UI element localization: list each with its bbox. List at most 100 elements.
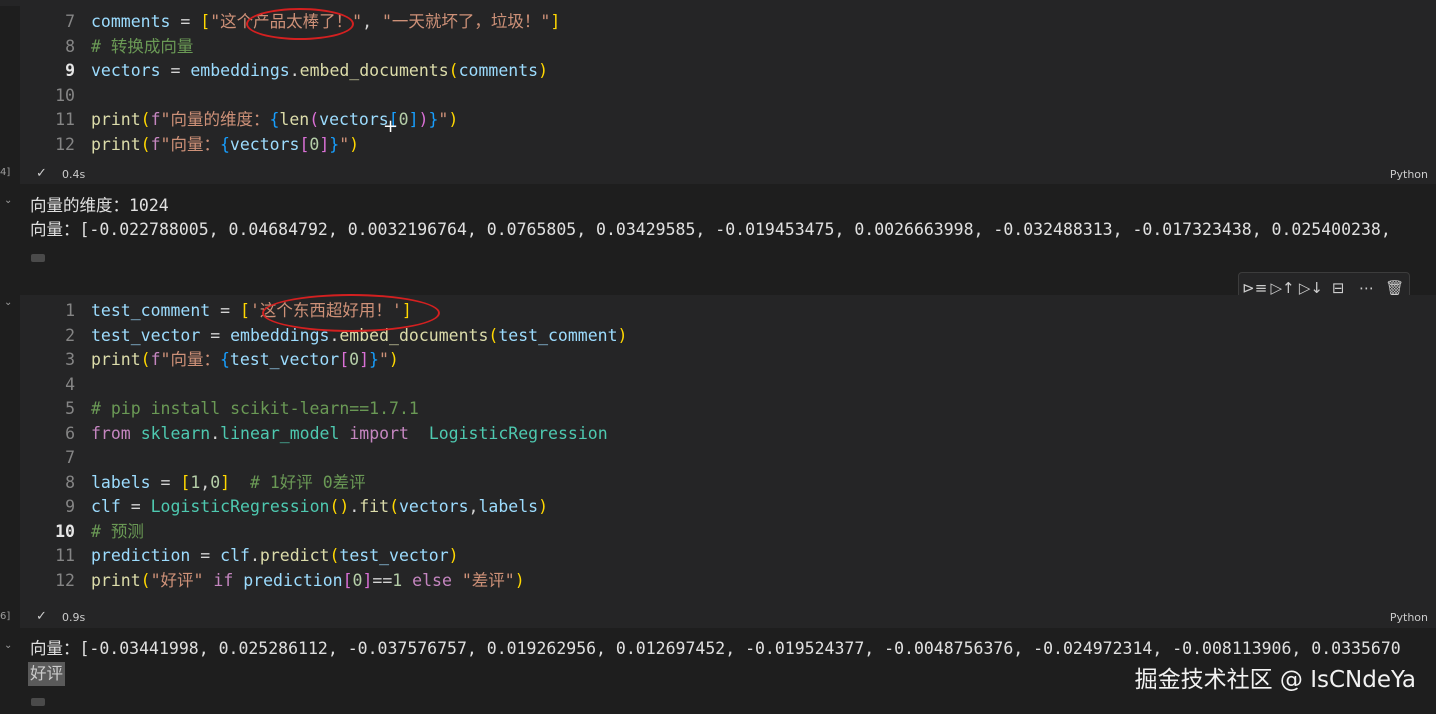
code-text[interactable]: from sklearn.linear_model import Logisti… <box>91 422 608 446</box>
code-token: prediction <box>243 570 343 590</box>
code-token: . <box>210 423 221 443</box>
code-token: , <box>362 12 382 31</box>
code-token: "差评" <box>461 570 515 590</box>
code-token: clf <box>91 497 121 516</box>
code-token: if <box>213 570 234 590</box>
code-token: . <box>349 497 360 516</box>
cell-2-exec-count: 6] <box>0 611 11 622</box>
code-token: comments <box>91 12 171 31</box>
code-token: ) <box>617 325 628 345</box>
code-token: , <box>468 497 479 516</box>
code-text[interactable]: labels = [1,0] # 1好评 0差评 <box>91 471 366 495</box>
code-token: " <box>378 350 389 369</box>
code-token: print <box>91 350 141 369</box>
code-token: ( <box>329 497 340 516</box>
cell-2-collapse-icon[interactable]: ⌄ <box>4 297 12 308</box>
code-token: ( <box>140 570 151 590</box>
code-token: embed_documents <box>299 61 449 80</box>
code-token: 0 <box>309 134 320 154</box>
line-number: 8 <box>65 472 75 492</box>
code-token: ( <box>309 110 320 129</box>
cell-2-exec-time: 0.9s <box>62 611 86 624</box>
cell-1-language[interactable]: Python <box>1390 168 1428 181</box>
code-text[interactable]: print(f"向量：{test_vector[0]}") <box>91 348 399 372</box>
code-token: ( <box>329 546 340 565</box>
code-token: = <box>170 12 201 31</box>
code-token: predict <box>259 546 330 565</box>
code-token: embeddings <box>190 61 290 80</box>
code-token: ) <box>418 110 429 129</box>
code-token: print <box>91 110 141 129</box>
code-token: = <box>200 325 231 345</box>
code-token: vectors <box>229 134 300 154</box>
line-number: 6 <box>65 423 75 443</box>
code-token: ( <box>140 350 151 369</box>
code-token: ) <box>448 110 459 129</box>
line-number: 2 <box>65 325 75 345</box>
code-token: = <box>190 546 221 565</box>
code-token: import <box>349 423 409 443</box>
code-token: ( <box>140 110 151 129</box>
line-number: 3 <box>65 350 75 369</box>
cell-2-output-collapse-icon[interactable]: ⌄ <box>4 640 12 651</box>
code-text[interactable]: print("好评" if prediction[0]==1 else "差评"… <box>91 569 525 593</box>
line-number: 9 <box>65 497 75 516</box>
code-token: "向量的维度： <box>160 110 270 129</box>
code-token: ) <box>514 570 525 590</box>
output-scrollbar-2[interactable] <box>31 698 45 706</box>
code-text[interactable]: print(f"向量：{vectors[0]}") <box>91 133 359 157</box>
code-token: vectors <box>91 61 161 80</box>
line-number: 10 <box>55 521 75 541</box>
line-number: 10 <box>55 85 75 105</box>
code-text[interactable]: # 转换成向量 <box>91 35 193 59</box>
code-token: test_vector <box>339 546 449 565</box>
code-token: ] <box>319 134 330 154</box>
code-token: test_comment <box>91 301 211 320</box>
code-token: 0 <box>352 570 363 590</box>
code-token: fit <box>359 497 390 516</box>
line-number: 9 <box>65 61 75 80</box>
code-text[interactable]: vectors = embeddings.embed_documents(com… <box>91 59 548 83</box>
line-number: 1 <box>65 301 75 320</box>
check-icon: ✓ <box>36 609 47 624</box>
code-text[interactable]: # pip install scikit-learn==1.7.1 <box>91 397 419 421</box>
code-token: clf <box>220 546 250 565</box>
code-token: LogisticRegression <box>428 423 608 443</box>
code-token: = <box>210 301 241 320</box>
code-token: ] <box>408 110 419 129</box>
code-token: . <box>289 61 300 80</box>
code-text[interactable]: prediction = clf.predict(test_vector) <box>91 544 459 568</box>
code-text[interactable]: print(f"向量的维度：{len(vectors[0])}") <box>91 108 458 132</box>
code-token: } <box>428 110 439 129</box>
code-token: 0 <box>398 110 409 129</box>
code-token: # 转换成向量 <box>91 36 194 56</box>
code-token: from <box>91 423 131 443</box>
code-token: ( <box>488 325 499 345</box>
code-text[interactable]: # 预测 <box>91 520 144 544</box>
code-token: "向量： <box>160 350 220 369</box>
code-token: 1 <box>392 570 403 590</box>
code-token: [ <box>342 570 353 590</box>
code-cell-1[interactable]: 7 comments = ["这个产品太棒了！", "一天就坏了，垃圾！"] 8 # … <box>20 6 1436 184</box>
cell-1-output-line-1: 向量的维度：1024 <box>30 196 169 215</box>
cell-1-output-line-2: 向量：[-0.022788005, 0.04684792, 0.00321967… <box>30 220 1391 239</box>
code-token: == <box>372 570 393 590</box>
code-token: 1 <box>190 472 201 492</box>
line-number: 4 <box>65 374 75 394</box>
code-token: { <box>219 134 230 154</box>
code-cell-2[interactable]: 1 test_comment = ['这个东西超好用！'] 2 test_vector… <box>20 295 1436 628</box>
code-token: # 预测 <box>91 521 144 541</box>
code-token: , <box>200 472 211 492</box>
cell-2-output-line-2: 好评 <box>28 662 65 686</box>
output-scrollbar-1[interactable] <box>31 254 45 262</box>
cell-2-language[interactable]: Python <box>1390 611 1428 624</box>
code-token: } <box>329 134 340 154</box>
code-text[interactable]: clf = LogisticRegression().fit(vectors,l… <box>91 495 548 519</box>
cell-1-exec-time: 0.4s <box>62 168 86 181</box>
code-token: } <box>369 350 379 369</box>
cell-1-output-collapse-icon[interactable]: ⌄ <box>4 195 12 206</box>
